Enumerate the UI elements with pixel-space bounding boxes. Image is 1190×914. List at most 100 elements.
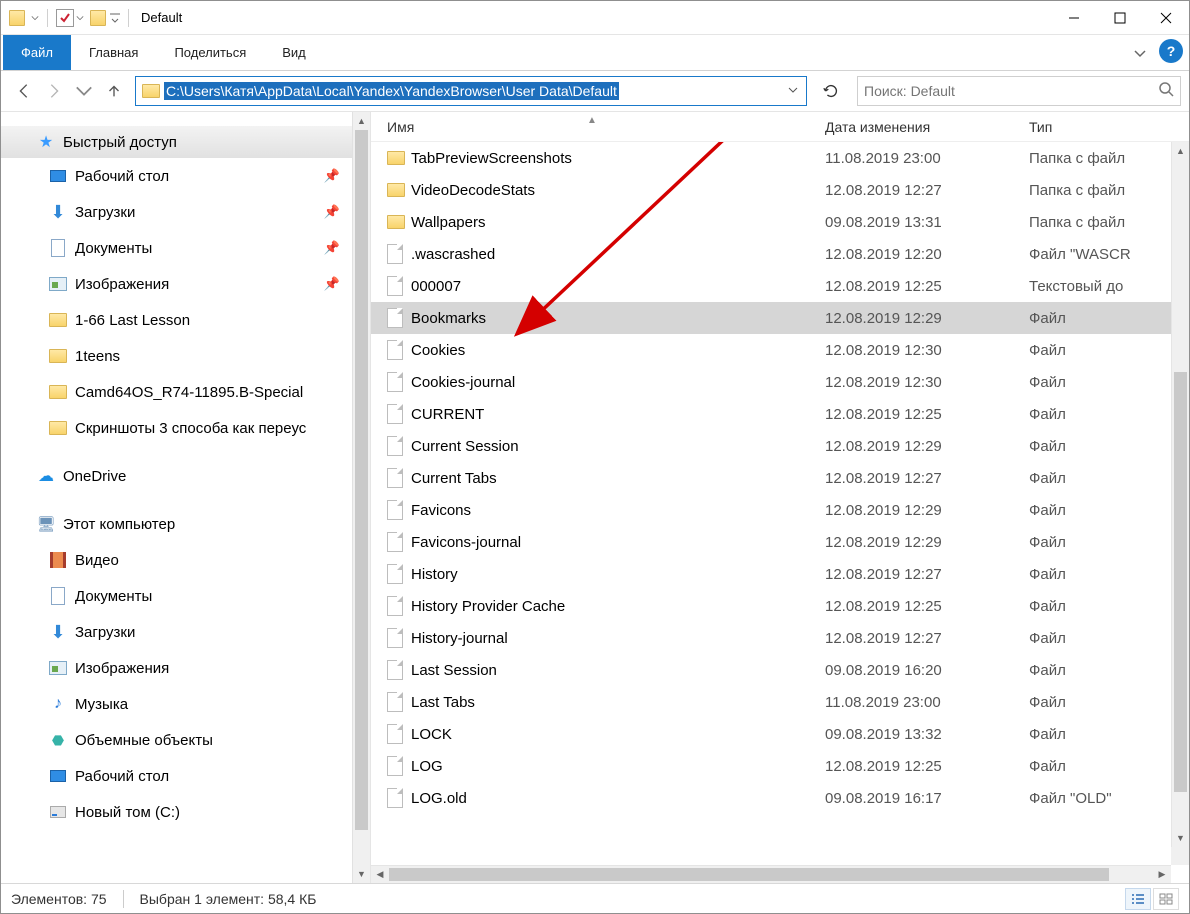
file-row[interactable]: Last Session09.08.2019 16:20Файл: [371, 654, 1189, 686]
file-date: 11.08.2019 23:00: [825, 694, 1029, 711]
view-details-button[interactable]: [1125, 888, 1151, 910]
sidebar-item[interactable]: ♪Музыка: [1, 686, 352, 722]
file-row[interactable]: History12.08.2019 12:27Файл: [371, 558, 1189, 590]
file-row[interactable]: Bookmarks12.08.2019 12:29Файл: [371, 302, 1189, 334]
file-name: CURRENT: [411, 406, 825, 423]
tab-file[interactable]: Файл: [3, 35, 71, 70]
file-row[interactable]: Favicons12.08.2019 12:29Файл: [371, 494, 1189, 526]
sidebar-item[interactable]: ⬣Объемные объекты: [1, 722, 352, 758]
file-row[interactable]: CURRENT12.08.2019 12:25Файл: [371, 398, 1189, 430]
sidebar-item[interactable]: Документы: [1, 578, 352, 614]
file-row[interactable]: TabPreviewScreenshots11.08.2019 23:00Пап…: [371, 142, 1189, 174]
file-row[interactable]: LOG12.08.2019 12:25Файл: [371, 750, 1189, 782]
search-input[interactable]: [864, 83, 1158, 99]
column-name[interactable]: Имя ▲: [387, 119, 825, 135]
file-date: 12.08.2019 12:27: [825, 182, 1029, 199]
disk-icon: [49, 803, 67, 821]
qat-dropdown-icon[interactable]: [31, 14, 39, 22]
file-row[interactable]: Current Session12.08.2019 12:29Файл: [371, 430, 1189, 462]
maximize-button[interactable]: [1097, 1, 1143, 35]
qat-properties-checkbox[interactable]: [56, 9, 74, 27]
desktop-icon: [49, 167, 67, 185]
sidebar-label: Рабочий стол: [75, 768, 169, 785]
sidebar-item-quick-access[interactable]: ★ Быстрый доступ: [1, 126, 352, 158]
sidebar-item[interactable]: ⬇Загрузки📌: [1, 194, 352, 230]
ribbon-collapse-icon[interactable]: [1133, 35, 1147, 71]
qat-dropdown2-icon[interactable]: [76, 14, 84, 22]
scroll-up-icon[interactable]: ▲: [353, 112, 370, 130]
file-name: Favicons: [411, 502, 825, 519]
sidebar-item[interactable]: Изображения📌: [1, 266, 352, 302]
sidebar-item[interactable]: Видео: [1, 542, 352, 578]
status-item-count: Элементов: 75: [11, 891, 107, 907]
file-row[interactable]: History-journal12.08.2019 12:27Файл: [371, 622, 1189, 654]
tab-view[interactable]: Вид: [264, 35, 324, 70]
sidebar-item[interactable]: Рабочий стол: [1, 758, 352, 794]
help-button[interactable]: ?: [1159, 39, 1183, 63]
file-row[interactable]: Last Tabs11.08.2019 23:00Файл: [371, 686, 1189, 718]
scrollbar-thumb[interactable]: [355, 130, 368, 830]
scrollbar-thumb[interactable]: [389, 868, 1109, 881]
address-dropdown-icon[interactable]: [784, 82, 802, 100]
sidebar-item-onedrive[interactable]: ☁ OneDrive: [1, 458, 352, 494]
search-icon[interactable]: [1158, 81, 1174, 102]
file-row[interactable]: Favicons-journal12.08.2019 12:29Файл: [371, 526, 1189, 558]
file-row[interactable]: Cookies-journal12.08.2019 12:30Файл: [371, 366, 1189, 398]
minimize-button[interactable]: [1051, 1, 1097, 35]
scroll-left-icon[interactable]: ◀: [371, 866, 389, 883]
tab-home[interactable]: Главная: [71, 35, 156, 70]
sidebar-item[interactable]: ⬇Загрузки: [1, 614, 352, 650]
file-name: TabPreviewScreenshots: [411, 150, 825, 167]
history-dropdown[interactable]: [71, 78, 97, 104]
file-row[interactable]: LOCK09.08.2019 13:32Файл: [371, 718, 1189, 750]
sidebar-item[interactable]: Изображения: [1, 650, 352, 686]
forward-button[interactable]: [41, 78, 67, 104]
column-date[interactable]: Дата изменения: [825, 119, 1029, 135]
sidebar-item[interactable]: 1-66 Last Lesson: [1, 302, 352, 338]
file-icon: [387, 532, 411, 552]
scroll-down-icon[interactable]: ▼: [353, 865, 370, 883]
sidebar-label: Документы: [75, 588, 152, 605]
scroll-up-icon[interactable]: ▲: [1172, 142, 1189, 160]
column-type[interactable]: Тип: [1029, 119, 1189, 135]
qat-overflow-icon[interactable]: [110, 10, 120, 26]
file-row[interactable]: .wascrashed12.08.2019 12:20Файл "WASCR: [371, 238, 1189, 270]
tab-share[interactable]: Поделиться: [156, 35, 264, 70]
file-row[interactable]: 00000712.08.2019 12:25Текстовый до: [371, 270, 1189, 302]
sidebar-item[interactable]: Новый том (C:): [1, 794, 352, 830]
file-vscrollbar[interactable]: ▲ ▼: [1171, 142, 1189, 847]
sidebar-item[interactable]: Документы📌: [1, 230, 352, 266]
sidebar-item-this-pc[interactable]: 🖥 Этот компьютер: [1, 506, 352, 542]
sidebar-item[interactable]: Camd64OS_R74-11895.B-Special: [1, 374, 352, 410]
sidebar-item[interactable]: 1teens: [1, 338, 352, 374]
file-row[interactable]: Current Tabs12.08.2019 12:27Файл: [371, 462, 1189, 494]
file-row[interactable]: LOG.old09.08.2019 16:17Файл "OLD": [371, 782, 1189, 814]
view-thumbnails-button[interactable]: [1153, 888, 1179, 910]
file-list[interactable]: TabPreviewScreenshots11.08.2019 23:00Пап…: [371, 142, 1189, 865]
downloads-icon: ⬇: [49, 203, 67, 221]
address-path[interactable]: C:\Users\Катя\AppData\Local\Yandex\Yande…: [164, 82, 619, 100]
scroll-down-icon[interactable]: ▼: [1172, 829, 1189, 847]
file-date: 12.08.2019 12:30: [825, 374, 1029, 391]
sidebar-item[interactable]: Скриншоты 3 способа как переус: [1, 410, 352, 446]
close-button[interactable]: [1143, 1, 1189, 35]
sidebar-scrollbar[interactable]: ▲ ▼: [352, 112, 370, 883]
file-row[interactable]: VideoDecodeStats12.08.2019 12:27Папка с …: [371, 174, 1189, 206]
up-button[interactable]: [101, 78, 127, 104]
file-name: Wallpapers: [411, 214, 825, 231]
file-icon: [387, 372, 411, 392]
address-folder-icon: [142, 84, 160, 98]
back-button[interactable]: [11, 78, 37, 104]
file-row[interactable]: History Provider Cache12.08.2019 12:25Фа…: [371, 590, 1189, 622]
file-icon: [387, 692, 411, 712]
scrollbar-thumb[interactable]: [1174, 372, 1187, 792]
downloads-icon: ⬇: [49, 623, 67, 641]
refresh-button[interactable]: [817, 76, 845, 106]
sidebar-item[interactable]: Рабочий стол📌: [1, 158, 352, 194]
file-row[interactable]: Wallpapers09.08.2019 13:31Папка с файл: [371, 206, 1189, 238]
address-bar[interactable]: C:\Users\Катя\AppData\Local\Yandex\Yande…: [135, 76, 807, 106]
search-box[interactable]: [857, 76, 1181, 106]
file-row[interactable]: Cookies12.08.2019 12:30Файл: [371, 334, 1189, 366]
file-hscrollbar[interactable]: ◀ ▶: [371, 865, 1171, 883]
scroll-right-icon[interactable]: ▶: [1153, 866, 1171, 883]
